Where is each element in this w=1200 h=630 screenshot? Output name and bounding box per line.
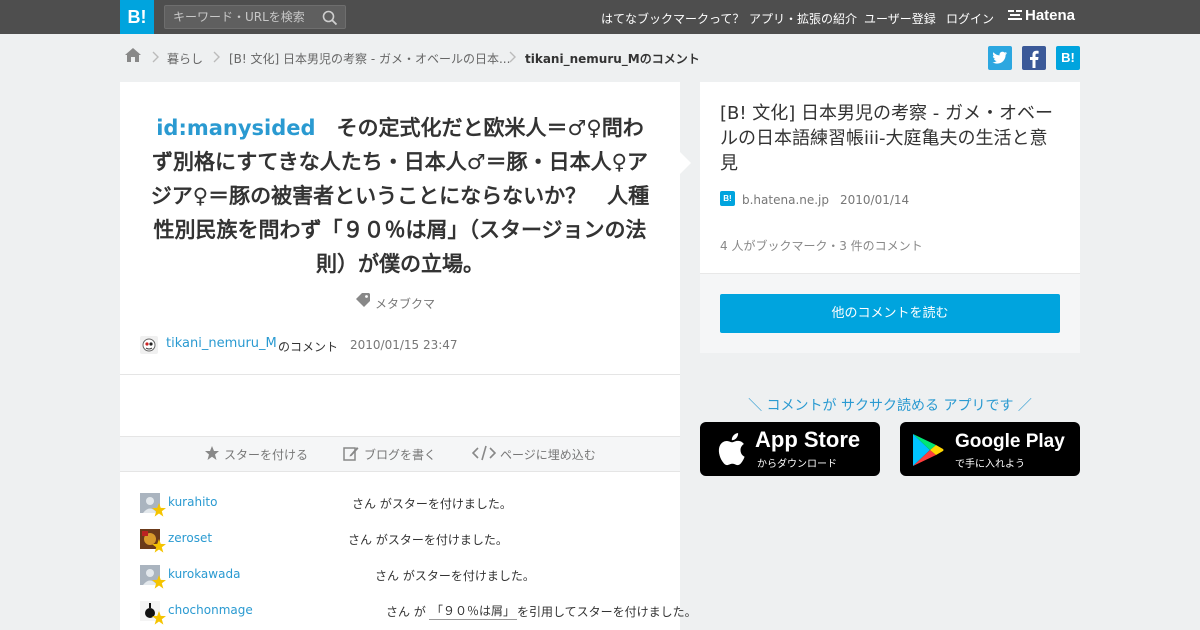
google-play-label: Google Play (955, 431, 1065, 452)
star-badge-icon (152, 503, 166, 517)
twitter-share-button[interactable] (988, 46, 1012, 70)
nav-register[interactable]: ユーザー登録 (864, 10, 936, 27)
app-store-button[interactable]: App Store からダウンロード (700, 422, 880, 476)
star-text: さん がスターを付けました。 (352, 497, 512, 511)
entry-date: 2010/01/14 (840, 193, 910, 207)
star-user-link[interactable]: kurokawada (168, 567, 240, 581)
card-divider (120, 374, 680, 375)
comment-date: 2010/01/15 23:47 (350, 338, 458, 352)
comment-body: id:manysided その定式化だと欧米人＝♂♀問わず別格にすてきな人たち・… (150, 111, 650, 281)
breadcrumb-current: tikani_nemuru_Mのコメント (525, 52, 700, 66)
google-play-sublabel: で手に入れよう (955, 459, 1025, 470)
star-item: chochonmage さん が 「９０％は屑」 を引用してスターを付けました。 (140, 601, 697, 625)
nav-about[interactable]: はてなブックマークって？ (601, 10, 744, 27)
app-caption: ＼ コメントが サクサク読める アプリです ／ (748, 398, 1032, 414)
facebook-icon (1030, 50, 1039, 68)
star-item: kurokawada さん がスターを付けました。 (140, 565, 660, 589)
nav-apps[interactable]: アプリ・拡張の紹介 (749, 10, 857, 27)
facebook-share-button[interactable] (1022, 46, 1046, 70)
home-icon[interactable] (124, 47, 142, 63)
read-comments-button[interactable]: 他のコメントを読む (720, 294, 1060, 333)
apple-icon (718, 433, 745, 466)
breadcrumb-entry[interactable]: [B! 文化] 日本男児の考察 - ガメ・オベールの日本... (229, 50, 510, 67)
nav-login[interactable]: ログイン (946, 10, 994, 27)
star-text: さん が (386, 605, 426, 619)
star-badge-icon (152, 575, 166, 589)
entry-title[interactable]: [B! 文化] 日本男児の考察 - ガメ・オベールの日本語練習帳iii-大庭亀夫… (720, 101, 1065, 176)
entry-domain: b.hatena.ne.jp (742, 193, 830, 207)
hatena-bookmark-logo[interactable]: B! (120, 0, 154, 34)
add-star-button[interactable]: スターを付ける (224, 446, 308, 463)
tag-link[interactable]: メタブクマ (375, 295, 435, 312)
chevron-right-icon (152, 51, 159, 63)
hatena-share-button[interactable]: B! (1056, 46, 1080, 70)
card-pointer (680, 152, 691, 174)
hatena-mark-icon (1008, 10, 1022, 20)
author-suffix: のコメント (278, 340, 339, 354)
star-quote: 「９０％は屑」 (429, 604, 518, 620)
author-avatar[interactable] (140, 336, 158, 354)
chevron-right-icon (509, 51, 516, 63)
author-link[interactable]: tikani_nemuru_M (166, 336, 277, 351)
write-blog-button[interactable]: ブログを書く (364, 446, 436, 463)
star-text: さん がスターを付けました。 (348, 533, 508, 547)
comment-text: その定式化だと欧米人＝♂♀問わず別格にすてきな人たち・日本人♂＝豚・日本人♀アジ… (150, 116, 650, 276)
hatena-logo-text: Hatena (1025, 7, 1076, 24)
star-badge-icon (152, 539, 166, 553)
star-text: さん がスターを付けました。 (375, 569, 535, 583)
star-item: kurahito さん がスターを付けました。 (140, 493, 660, 517)
twitter-icon (992, 51, 1007, 64)
google-play-button[interactable]: Google Play で手に入れよう (900, 422, 1080, 476)
star-user-link[interactable]: kurahito (168, 495, 217, 509)
search-input[interactable] (173, 9, 321, 25)
star-user-link[interactable]: chochonmage (168, 603, 253, 617)
search-box (164, 5, 346, 29)
comment-id-link[interactable]: id:manysided (156, 116, 315, 140)
star-item: zeroset さん がスターを付けました。 (140, 529, 660, 553)
search-icon[interactable] (322, 10, 338, 26)
code-icon[interactable] (472, 445, 496, 461)
star-badge-icon (152, 611, 166, 625)
google-play-icon (913, 434, 944, 466)
entry-favicon: B! (720, 191, 735, 206)
app-store-label: App Store (755, 427, 861, 452)
tag-icon (356, 293, 370, 307)
breadcrumb-category[interactable]: 暮らし (167, 50, 203, 67)
app-store-sublabel: からダウンロード (757, 459, 837, 470)
star-user-link[interactable]: zeroset (168, 531, 212, 545)
star-text: を引用してスターを付けました。 (517, 605, 697, 619)
chevron-right-icon (213, 51, 220, 63)
embed-button[interactable]: ページに埋め込む (500, 446, 596, 463)
entry-counts: 4 人がブックマーク・3 件のコメント (720, 239, 923, 253)
edit-icon[interactable] (343, 445, 359, 461)
hatena-logo[interactable]: Hatena (1008, 7, 1075, 24)
star-icon[interactable] (204, 445, 220, 461)
